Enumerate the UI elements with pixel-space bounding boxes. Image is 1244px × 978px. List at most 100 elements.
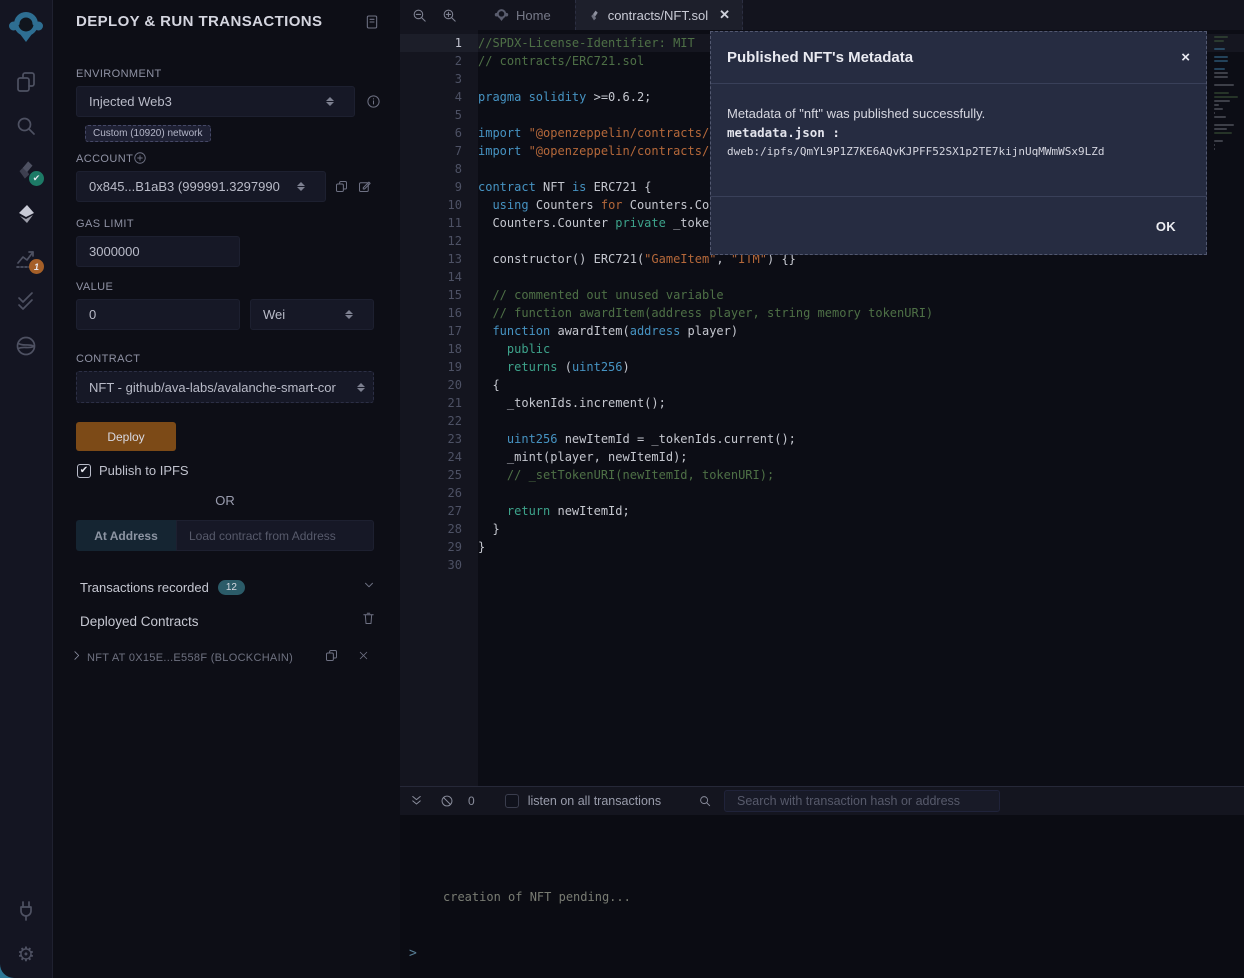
environment-select[interactable]: Injected Web3 <box>76 86 355 117</box>
zoom-in-icon[interactable] <box>434 0 464 30</box>
value-unit-select[interactable]: Wei <box>250 299 374 330</box>
select-arrows-icon <box>297 182 305 191</box>
collapse-terminal-icon[interactable] <box>409 794 424 809</box>
modal-close-icon[interactable]: × <box>1181 49 1190 66</box>
copy-account-icon[interactable] <box>334 179 349 199</box>
search-icon[interactable] <box>0 108 52 144</box>
sign-message-icon[interactable] <box>357 179 372 199</box>
code-line[interactable]: 26 <box>400 484 1244 502</box>
tab-close-icon[interactable]: ✕ <box>719 7 730 23</box>
solidity-file-icon <box>588 8 601 23</box>
deployed-contracts-label: Deployed Contracts <box>80 614 199 629</box>
publish-to-ipfs-label: Publish to IPFS <box>99 463 189 478</box>
sphere-plugin-icon[interactable] <box>0 328 52 364</box>
remove-contract-icon[interactable] <box>357 649 370 667</box>
value-label: VALUE <box>76 281 113 293</box>
chevron-right-icon[interactable] <box>70 649 83 667</box>
modal-message: Metadata of "nft" was published successf… <box>727 106 1190 121</box>
panel-title: DEPLOY & RUN TRANSACTIONS <box>76 13 322 30</box>
code-line[interactable]: 28 } <box>400 520 1244 538</box>
settings-gear-icon[interactable]: ⚙ <box>0 937 52 973</box>
deployed-contracts-row: Deployed Contracts <box>80 611 376 631</box>
trash-icon[interactable] <box>361 611 376 631</box>
transactions-recorded-row[interactable]: Transactions recorded 12 <box>80 578 376 597</box>
gas-limit-input[interactable] <box>76 236 240 267</box>
terminal-toolbar: 0 listen on all transactions <box>400 786 1244 815</box>
value-unit: Wei <box>263 307 285 322</box>
listen-all-checkbox[interactable] <box>505 794 519 808</box>
deploy-button[interactable]: Deploy <box>76 422 176 451</box>
deployed-contract-label: NFT AT 0X15E...E558F (BLOCKCHAIN) <box>87 652 324 664</box>
code-line[interactable]: 14 <box>400 268 1244 286</box>
tab-home[interactable]: Home <box>482 0 563 30</box>
tab-bar: Home contracts/NFT.sol ✕ <box>400 0 1244 30</box>
clear-pending-icon[interactable] <box>440 794 454 808</box>
code-line[interactable]: 16 // function awardItem(address player,… <box>400 304 1244 322</box>
add-account-icon[interactable] <box>133 151 147 170</box>
publish-to-ipfs-checkbox[interactable]: ✔ <box>77 464 91 478</box>
code-line[interactable]: 30 <box>400 556 1244 574</box>
value-input[interactable] <box>76 299 240 330</box>
environment-label: ENVIRONMENT <box>76 68 162 80</box>
code-line[interactable]: 20 { <box>400 376 1244 394</box>
at-address-button[interactable]: At Address <box>76 520 176 551</box>
remix-home-icon <box>494 8 509 23</box>
plugin-manager-icon[interactable] <box>0 893 52 929</box>
modal-filename: metadata.json : <box>727 125 1190 140</box>
tab-file-label: contracts/NFT.sol <box>608 8 708 23</box>
ok-button[interactable]: OK <box>1150 218 1182 235</box>
file-explorer-icon[interactable] <box>0 64 52 100</box>
select-arrows-icon <box>326 97 334 106</box>
deployed-contract-item[interactable]: NFT AT 0X15E...E558F (BLOCKCHAIN) <box>70 648 376 668</box>
account-value: 0x845...B1aB3 (999991.3297990 <box>89 179 280 194</box>
at-address-input[interactable] <box>176 520 374 551</box>
code-line[interactable]: 21 _tokenIds.increment(); <box>400 394 1244 412</box>
environment-info-icon[interactable] <box>366 94 381 114</box>
contract-select[interactable]: NFT - github/ava-labs/avalanche-smart-co… <box>76 371 374 403</box>
remix-ide-app: ✔ 1 ⚙ DEPLOY & RUN TRANSACTIONS ENVIRONM… <box>0 0 1244 978</box>
code-line[interactable]: 27 return newItemId; <box>400 502 1244 520</box>
terminal-search-input[interactable] <box>724 790 1000 812</box>
terminal-search-icon <box>698 794 712 808</box>
deploy-run-panel: DEPLOY & RUN TRANSACTIONS ENVIRONMENT In… <box>52 0 400 978</box>
terminal-prompt[interactable]: > <box>409 946 417 961</box>
solidity-compiler-icon[interactable]: ✔ <box>0 152 52 188</box>
code-line[interactable]: 24 _mint(player, newItemId); <box>400 448 1244 466</box>
code-line[interactable]: 15 // commented out unused variable <box>400 286 1244 304</box>
code-line[interactable]: 19 returns (uint256) <box>400 358 1244 376</box>
tab-contracts-nft-sol[interactable]: contracts/NFT.sol ✕ <box>575 0 743 30</box>
chevron-down-icon[interactable] <box>362 578 376 597</box>
or-divider: OR <box>76 493 374 508</box>
copy-contract-icon[interactable] <box>324 648 339 668</box>
code-line[interactable]: 29} <box>400 538 1244 556</box>
documentation-book-icon[interactable] <box>364 14 380 35</box>
code-line[interactable]: 25 // _setTokenURI(newItemId, tokenURI); <box>400 466 1244 484</box>
gas-limit-label: GAS LIMIT <box>76 218 134 230</box>
statistics-icon[interactable]: 1 <box>0 240 52 276</box>
modal-header: Published NFT's Metadata × <box>711 32 1206 84</box>
code-line[interactable]: 23 uint256 newItemId = _tokenIds.current… <box>400 430 1244 448</box>
zoom-out-icon[interactable] <box>404 0 434 30</box>
minimap[interactable] <box>1214 36 1240 156</box>
compiler-success-badge: ✔ <box>29 171 44 186</box>
remix-logo-icon[interactable] <box>0 6 52 50</box>
modal-title: Published NFT's Metadata <box>727 49 913 66</box>
contract-label: CONTRACT <box>76 353 140 365</box>
listen-all-label: listen on all transactions <box>528 794 661 808</box>
environment-value: Injected Web3 <box>89 94 172 109</box>
terminal-log-line: creation of NFT pending... <box>443 890 631 904</box>
icon-sidebar: ✔ 1 ⚙ <box>0 0 53 978</box>
code-line[interactable]: 18 public <box>400 340 1244 358</box>
network-badge: Custom (10920) network <box>85 125 211 142</box>
account-label: ACCOUNT <box>76 153 133 165</box>
contract-value: NFT - github/ava-labs/avalanche-smart-co… <box>89 380 336 395</box>
account-select[interactable]: 0x845...B1aB3 (999991.3297990 <box>76 171 326 202</box>
modal-ipfs-url: dweb:/ipfs/QmYL9P1Z7KE6AQvKJPFF52SX1p2TE… <box>727 145 1190 158</box>
pending-tx-count: 0 <box>468 794 475 808</box>
deploy-and-run-icon[interactable] <box>0 196 52 232</box>
modal-footer: OK <box>711 197 1206 255</box>
unit-testing-icon[interactable] <box>0 284 52 320</box>
code-line[interactable]: 22 <box>400 412 1244 430</box>
code-line[interactable]: 17 function awardItem(address player) <box>400 322 1244 340</box>
tab-home-label: Home <box>516 8 551 23</box>
